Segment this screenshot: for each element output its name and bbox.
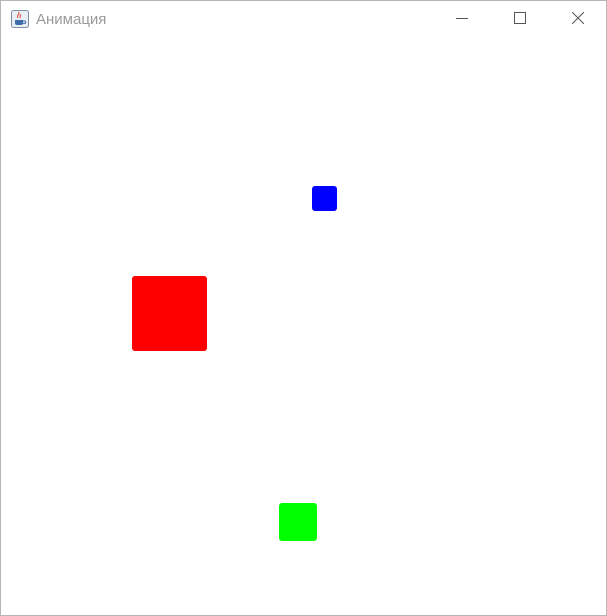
maximize-button[interactable] [491,1,549,38]
window-title: Анимация [36,11,107,28]
title-bar[interactable]: Анимация [1,1,606,38]
app-window: Анимация [0,0,607,616]
animation-canvas [1,38,606,615]
green-square [279,503,317,541]
minimize-icon [456,11,468,29]
maximize-icon [514,11,526,29]
red-square [132,276,207,351]
close-button[interactable] [549,1,607,38]
minimize-button[interactable] [433,1,491,38]
java-coffee-cup-icon[interactable] [11,10,29,28]
blue-square [312,186,337,211]
close-icon [571,11,585,29]
